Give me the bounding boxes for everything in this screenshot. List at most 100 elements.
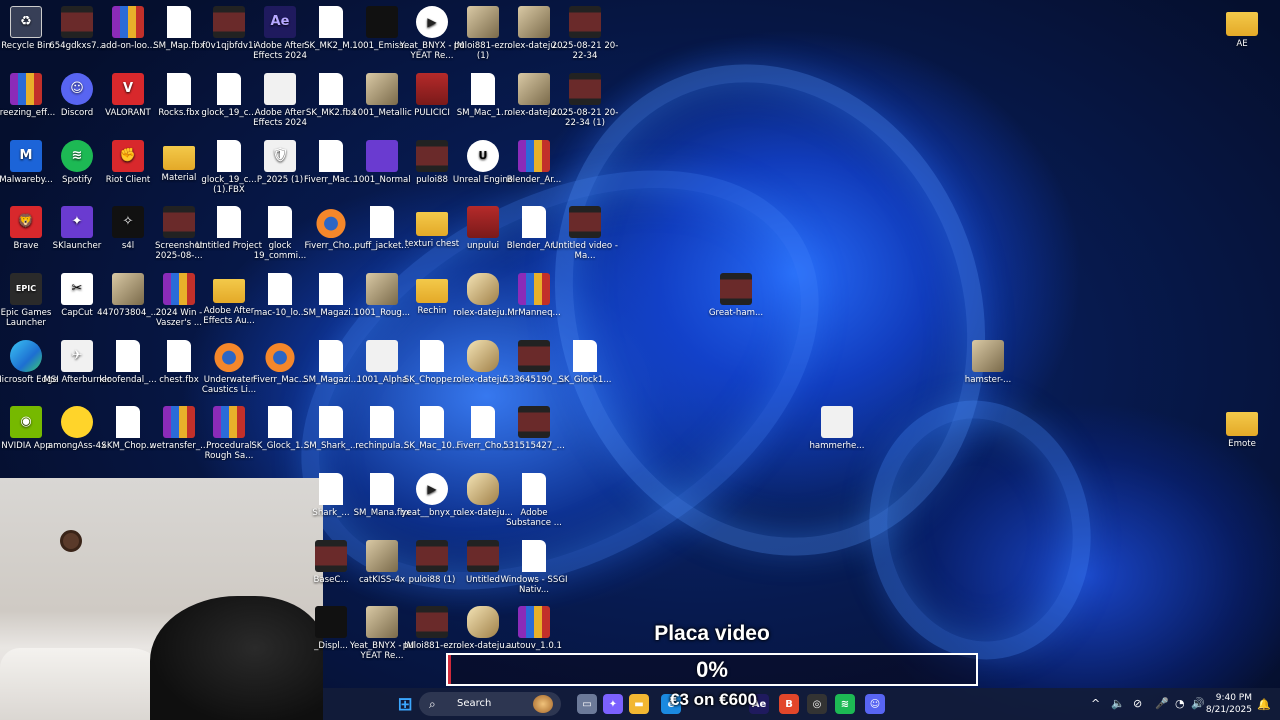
discord-taskbar-icon[interactable]: ☺ (865, 694, 885, 714)
blender-icon (213, 340, 245, 372)
desktop-icon[interactable]: 2025-08-21 20-22-34 (549, 2, 621, 68)
file-explorer-icon[interactable]: ▬ (629, 694, 649, 714)
desktop-icon[interactable]: Adobe Substance ... (498, 469, 570, 535)
clock-time: 9:40 PM (1215, 693, 1252, 703)
winrar-icon (112, 6, 144, 38)
image-file-icon (467, 606, 499, 638)
video-file-icon (569, 6, 601, 38)
desktop-icon-label: Blender_Ar... (506, 175, 562, 185)
document-icon (319, 73, 343, 105)
desktop-icon[interactable]: Blender_Ar... (498, 136, 570, 202)
desktop-icon-label: Untitled video - Ma... (551, 241, 619, 261)
desktop-icon[interactable]: Emote (1206, 402, 1278, 468)
image-file-icon (821, 406, 853, 438)
document-icon (370, 206, 394, 238)
image-file-icon (315, 540, 347, 572)
taskbar: ⊞ ⌕ Search ▭ ✦ ▬ e Ae B ◎ ≋ ☺ ^ 🔈 ⊘ 🎤 ◔ 🔊 9:40 PM 8/2… (323, 688, 1280, 720)
desktop-icon[interactable]: 531515427_... (498, 402, 570, 468)
desktop-icon[interactable]: Untitled video - Ma... (549, 202, 621, 268)
image-file-icon (467, 340, 499, 372)
desktop-icon[interactable]: hammerhe... (801, 402, 873, 468)
spotify-icon: ≋ (61, 140, 93, 172)
image-file-icon (416, 140, 448, 172)
microphone-icon[interactable]: 🎤 (1155, 688, 1169, 720)
winrar-icon (518, 606, 550, 638)
document-icon (268, 273, 292, 305)
wifi-icon[interactable]: ◔ (1175, 688, 1185, 720)
document-icon (319, 406, 343, 438)
desktop-icon-label: Emote (1228, 439, 1256, 449)
image-file-icon (163, 206, 195, 238)
copilot-icon[interactable]: ✦ (603, 694, 623, 714)
spotify-taskbar-icon[interactable]: ≋ (835, 694, 855, 714)
nvidia-icon: ◉ (10, 406, 42, 438)
document-icon (319, 6, 343, 38)
desktop-icon[interactable]: autouv_1.0.1 (498, 602, 570, 668)
wall-clock (60, 530, 82, 552)
video-file-icon (569, 73, 601, 105)
image-file-icon (315, 606, 347, 638)
desktop-icon-label: 2025-08-21 20-22-34 (1) (551, 108, 619, 128)
image-file-icon (467, 273, 499, 305)
capcut-icon: ✂ (61, 273, 93, 305)
image-file-icon (112, 273, 144, 305)
winrar-icon (163, 273, 195, 305)
brave-icon: 🦁 (10, 206, 42, 238)
folder-icon (1226, 12, 1258, 36)
document-icon (522, 473, 546, 505)
volume-icon[interactable]: 🔊 (1191, 688, 1205, 720)
after-effects-file-icon (264, 73, 296, 105)
image-file-icon (61, 406, 93, 438)
windows-start-icon[interactable]: ⊞ (395, 694, 415, 715)
document-icon (217, 73, 241, 105)
taskbar-clock[interactable]: 9:40 PM 8/21/2025 (1206, 692, 1252, 716)
image-file-icon (366, 6, 398, 38)
desktop-icon[interactable]: Windows - SSGI Nativ... (498, 536, 570, 602)
image-file-icon (467, 540, 499, 572)
show-hidden-icons-icon[interactable]: ^ (1091, 688, 1100, 720)
donation-overlay: €3 on €600 (670, 690, 757, 709)
image-file-icon (366, 73, 398, 105)
obs-taskbar-icon[interactable]: ◎ (807, 694, 827, 714)
desktop-icon[interactable]: AE (1206, 2, 1278, 68)
winrar-icon (518, 273, 550, 305)
unreal-engine-icon: U (467, 140, 499, 172)
document-icon (370, 406, 394, 438)
search-icon: ⌕ (429, 697, 436, 711)
document-icon (522, 206, 546, 238)
image-file-icon (972, 340, 1004, 372)
brave-taskbar-icon[interactable]: B (779, 694, 799, 714)
image-file-icon (467, 6, 499, 38)
search-highlight-icon (533, 695, 553, 713)
desktop-icon[interactable]: Great-ham... (700, 269, 772, 335)
folder-icon (416, 212, 448, 236)
folder-icon (163, 146, 195, 170)
taskbar-search[interactable]: ⌕ Search (419, 692, 561, 716)
task-view-icon[interactable]: ▭ (577, 694, 597, 714)
document-icon (522, 540, 546, 572)
desktop-icon[interactable]: MrManneq... (498, 269, 570, 335)
desktop-icon[interactable]: SK_Glock1... (549, 336, 621, 402)
notification-bell-icon[interactable]: 🔔 (1254, 694, 1274, 714)
discord-icon: ☺ (61, 73, 93, 105)
edge-icon (10, 340, 42, 372)
winrar-icon (10, 73, 42, 105)
desktop-icon-label: hammerhe... (809, 441, 865, 451)
folder-icon (213, 279, 245, 303)
document-icon (471, 406, 495, 438)
image-file-icon (416, 73, 448, 105)
video-file-icon (569, 206, 601, 238)
document-icon (268, 406, 292, 438)
msi-afterburner-icon: ✈ (61, 340, 93, 372)
riot-client-icon: ✊ (112, 140, 144, 172)
desktop-icon[interactable]: hamster-... (952, 336, 1024, 402)
document-icon (217, 140, 241, 172)
image-file-icon (518, 6, 550, 38)
desktop-icon[interactable]: 2025-08-21 20-22-34 (1) (549, 69, 621, 135)
document-icon (116, 406, 140, 438)
image-file-icon (366, 340, 398, 372)
image-file-icon (720, 273, 752, 305)
network-off-icon[interactable]: ⊘ (1133, 688, 1142, 720)
speaker-icon[interactable]: 🔈 (1111, 688, 1125, 720)
image-file-icon (366, 273, 398, 305)
